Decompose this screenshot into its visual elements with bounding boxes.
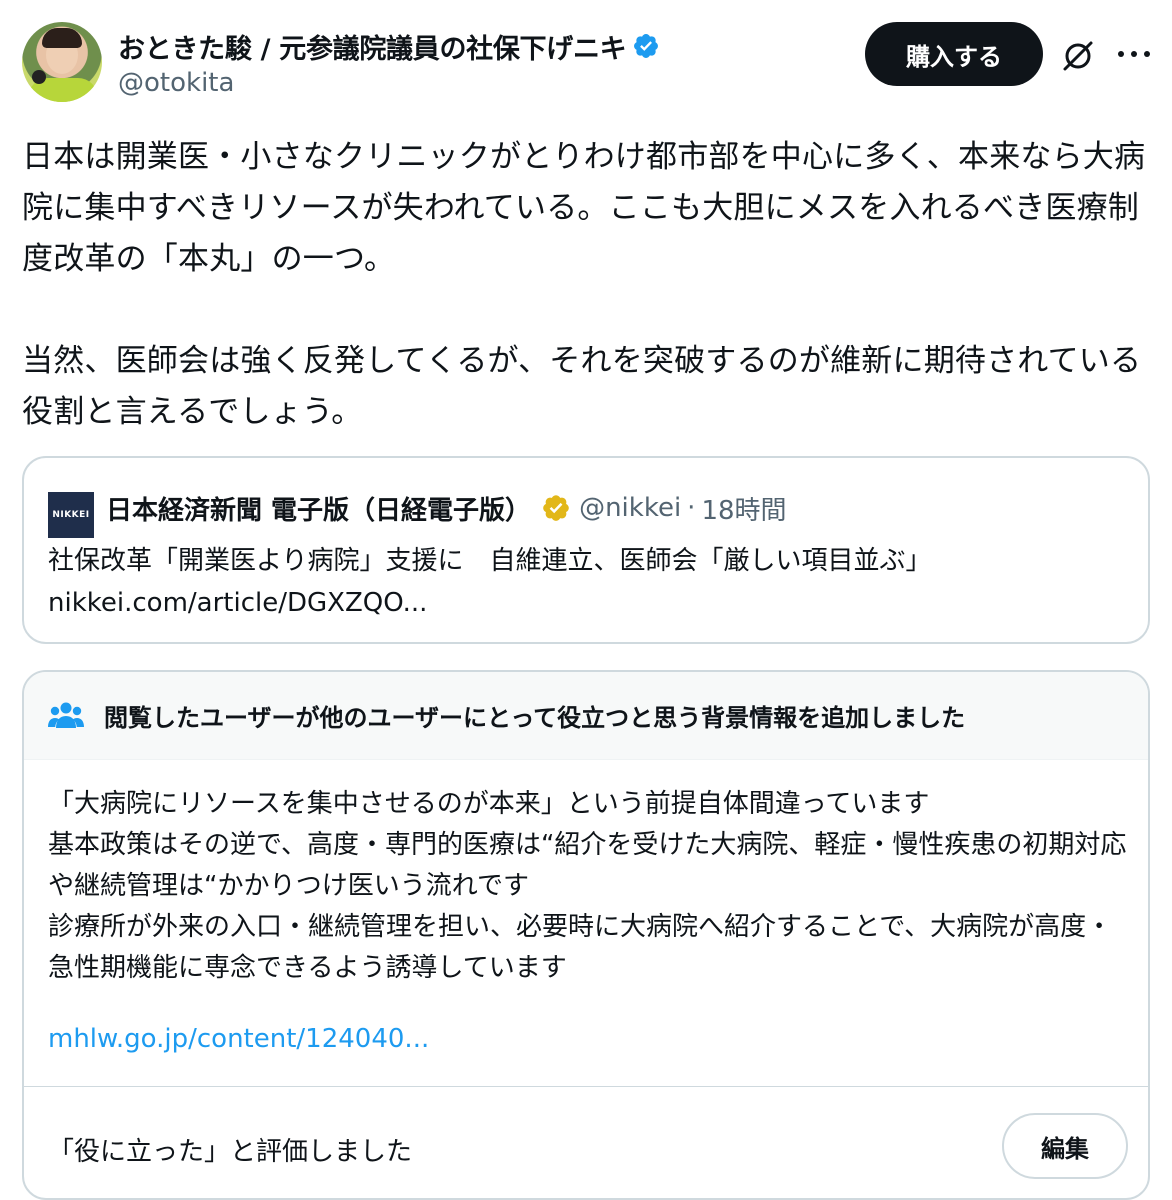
community-note-header: 閲覧したユーザーが他のユーザーにとって役立つと思う背景情報を追加しました	[24, 672, 1148, 760]
community-note-title: 閲覧したユーザーが他のユーザーにとって役立つと思う背景情報を追加しました	[104, 704, 966, 732]
community-note-source-link[interactable]: mhlw.go.jp/content/124040...	[48, 1024, 429, 1054]
quote-tweet-card[interactable]: NIKKEI 日本経済新聞 電子版（日経電子版） @nikkei · 18時間 …	[22, 456, 1150, 644]
quote-text: 社保改革「開業医より病院」支援に 自維連立、医師会「厳しい項目並ぶ」 nikke…	[48, 546, 932, 618]
author-name-row[interactable]: おときた駿 / 元参議院議員の社保下げニキ	[118, 26, 660, 66]
community-note-card: 閲覧したユーザーが他のユーザーにとって役立つと思う背景情報を追加しました 「大病…	[22, 670, 1150, 1200]
quote-timestamp[interactable]: 18時間	[701, 490, 786, 527]
quote-author-handle: @nikkei	[579, 493, 682, 523]
community-note-footer: 「役に立った」と評価しました 編集	[24, 1086, 1148, 1198]
author-display-name[interactable]: おときた駿 / 元参議院議員の社保下げニキ	[118, 27, 627, 66]
quote-author-name: 日本経済新聞 電子版（日経電子版）	[106, 495, 532, 526]
community-note-body: 「大病院にリソースを集中させるのが本来」という前提自体間違っています 基本政策は…	[48, 789, 1127, 983]
more-icon[interactable]	[1118, 38, 1150, 70]
grok-icon[interactable]	[1060, 38, 1096, 74]
author-handle[interactable]: @otokita	[118, 68, 234, 98]
gold-verified-badge-icon	[543, 495, 569, 521]
tweet-text: 日本は開業医・小さなクリニックがとりわけ都市部を中心に多く、本来なら大病院に集中…	[22, 139, 1146, 430]
people-icon	[48, 702, 84, 728]
avatar[interactable]	[22, 22, 102, 102]
edit-rating-button[interactable]: 編集	[1002, 1113, 1128, 1179]
quote-separator: ·	[687, 493, 696, 523]
quote-author-row: 日本経済新聞 電子版（日経電子版） @nikkei · 18時間	[106, 488, 787, 528]
nikkei-logo: NIKKEI	[48, 492, 94, 538]
buy-button[interactable]: 購入する	[865, 22, 1043, 86]
rating-status-text: 「役に立った」と評価しました	[48, 1137, 413, 1167]
tweet-header: おときた駿 / 元参議院議員の社保下げニキ @otokita 購入する	[22, 22, 1150, 106]
verified-badge-icon	[634, 34, 659, 58]
